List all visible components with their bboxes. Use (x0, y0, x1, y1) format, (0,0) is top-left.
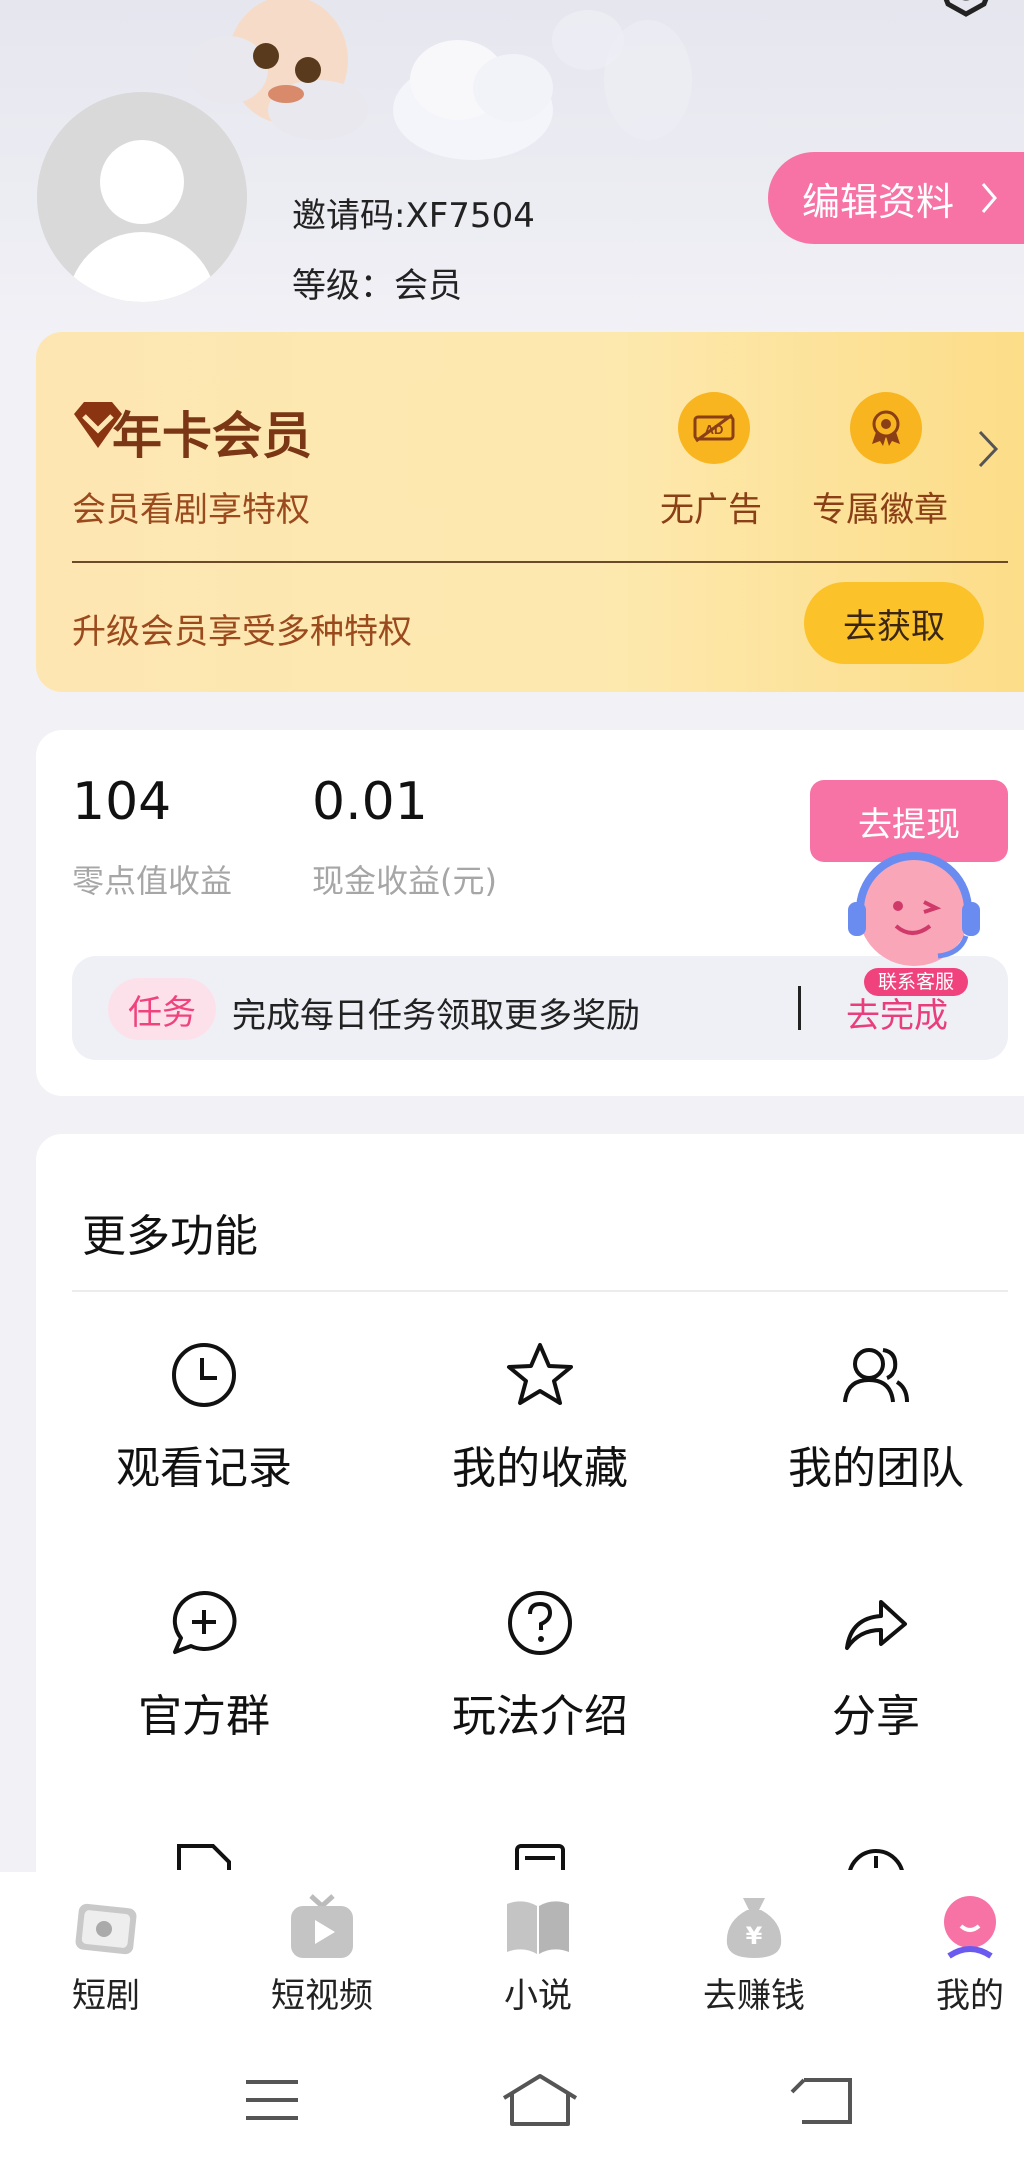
perk-badge-label: 专属徽章 (812, 490, 948, 530)
question-icon (508, 1591, 572, 1655)
customer-service-button[interactable]: 联系客服 (842, 844, 990, 996)
vip-subtitle: 会员看剧享特权 (72, 490, 310, 530)
get-vip-button[interactable]: 去获取 (804, 582, 984, 664)
clock-icon (172, 1343, 236, 1407)
func-label: 观看记录 (116, 1443, 292, 1494)
more-functions-title: 更多功能 (82, 1211, 258, 1262)
badge-icon (850, 392, 922, 464)
chat-plus-icon (172, 1590, 237, 1654)
chevron-right-icon (981, 183, 997, 213)
file-icon[interactable] (169, 1838, 239, 1870)
star-icon (507, 1343, 573, 1405)
perk-no-ads-label: 无广告 (660, 490, 762, 530)
nav-item-short-video[interactable]: 短视频 (232, 1892, 412, 2022)
task-separator (798, 986, 801, 1030)
func-label: 我的收藏 (452, 1443, 628, 1494)
share-icon (845, 1600, 907, 1650)
task-description: 完成每日任务领取更多奖励 (232, 996, 640, 1036)
member-level: 等级：会员 (292, 266, 462, 306)
edit-profile-label: 编辑资料 (802, 179, 955, 224)
func-gameplay-intro[interactable]: 玩法介绍 (400, 1588, 680, 1788)
func-official-group[interactable]: 官方群 (64, 1588, 344, 1788)
avatar[interactable] (37, 92, 247, 302)
nav-label: 去赚钱 (703, 1976, 805, 2016)
headset-icon[interactable] (841, 1838, 911, 1870)
divider (72, 1290, 1008, 1292)
nav-item-mine[interactable]: 我的 (880, 1892, 1024, 2022)
vip-promo-text: 升级会员享受多种特权 (72, 612, 412, 652)
money-bag-icon: ¥ (726, 1898, 782, 1958)
cash-label: 现金收益(元) (312, 862, 497, 900)
vip-title: 年卡会员 (112, 407, 312, 465)
divider (72, 561, 1008, 563)
nav-label: 短视频 (271, 1976, 373, 2016)
nav-label: 我的 (936, 1976, 1004, 2016)
profile-icon (944, 1896, 996, 1959)
cash-value: 0.01 (312, 772, 428, 832)
decoration-cherub-cloud (188, 0, 692, 160)
func-label: 我的团队 (788, 1443, 964, 1494)
menu-icon[interactable] (222, 2072, 322, 2128)
func-share[interactable]: 分享 (736, 1588, 1016, 1788)
tv-drama-icon (75, 1903, 137, 1955)
func-label: 官方群 (138, 1691, 270, 1742)
avatar-body-shape (67, 232, 217, 302)
customer-service-icon: 联系客服 (848, 852, 980, 996)
avatar-head-shape (100, 140, 184, 224)
svg-text:¥: ¥ (746, 1922, 763, 1950)
nav-item-short-drama[interactable]: 短剧 (16, 1892, 196, 2022)
chevron-right-icon[interactable] (976, 428, 1000, 470)
team-icon (843, 1348, 909, 1403)
book-icon (507, 1901, 569, 1954)
func-watch-history[interactable]: 观看记录 (64, 1340, 344, 1540)
no-ads-icon: AD (678, 392, 750, 464)
func-my-team[interactable]: 我的团队 (736, 1340, 1016, 1540)
nav-item-earn-money[interactable]: ¥ 去赚钱 (664, 1892, 844, 2022)
points-value: 104 (72, 772, 172, 832)
customer-service-label: 联系客服 (878, 971, 954, 993)
func-label: 分享 (832, 1691, 920, 1742)
edit-profile-button[interactable]: 编辑资料 (768, 152, 1024, 244)
func-my-favorites[interactable]: 我的收藏 (400, 1340, 680, 1540)
video-icon (291, 1894, 353, 1958)
task-tag: 任务 (108, 978, 216, 1040)
nav-label: 短剧 (72, 1976, 140, 2016)
invite-code: 邀请码:XF7504 (292, 196, 535, 236)
back-icon[interactable] (774, 2072, 874, 2128)
document-icon[interactable] (505, 1838, 575, 1870)
nav-label: 小说 (504, 1976, 572, 2016)
func-label: 玩法介绍 (452, 1691, 628, 1742)
home-icon[interactable] (490, 2072, 590, 2128)
settings-icon[interactable] (928, 0, 1004, 28)
points-label: 零点值收益 (72, 862, 233, 900)
nav-item-novel[interactable]: 小说 (448, 1892, 628, 2022)
